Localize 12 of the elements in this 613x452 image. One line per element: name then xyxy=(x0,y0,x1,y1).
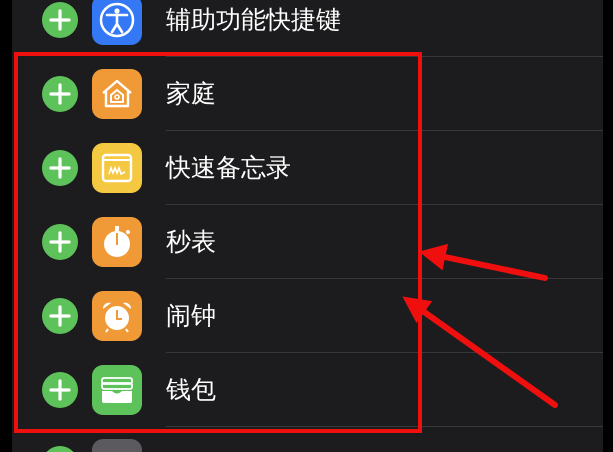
control-label: 钱包 xyxy=(166,374,216,406)
add-button[interactable] xyxy=(42,2,78,38)
control-label: 秒表 xyxy=(166,226,216,258)
control-label: 快速备忘录 xyxy=(166,152,291,184)
control-label: 闹钟 xyxy=(166,300,216,332)
add-button[interactable] xyxy=(42,150,78,186)
control-label: 家庭 xyxy=(166,78,216,110)
control-label: 辅助功能快捷键 xyxy=(166,4,341,36)
add-button[interactable] xyxy=(42,298,78,334)
add-button[interactable] xyxy=(42,76,78,112)
add-button[interactable] xyxy=(42,224,78,260)
add-button[interactable] xyxy=(42,372,78,408)
